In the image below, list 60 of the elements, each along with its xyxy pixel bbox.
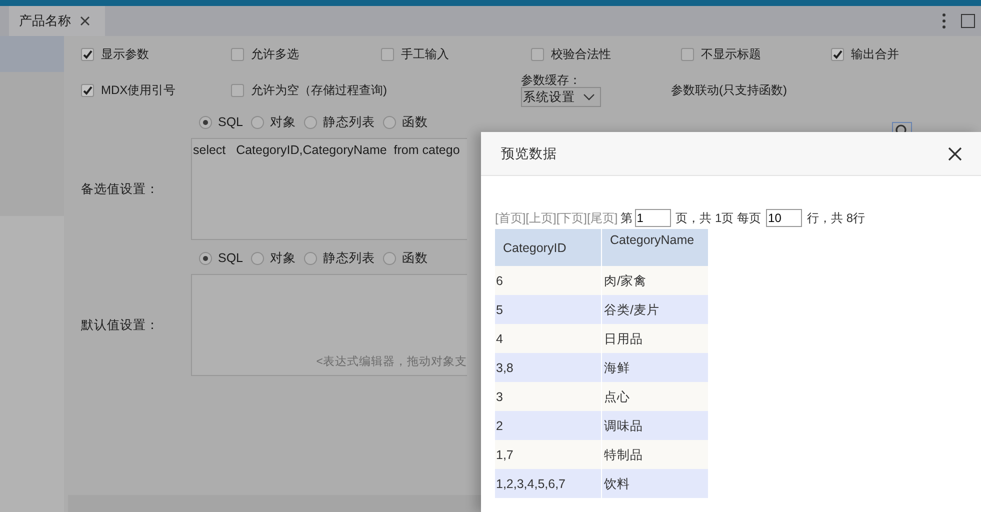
checkbox[interactable]	[81, 84, 94, 96]
table-cell: 特制品	[602, 440, 708, 469]
table-cell: 2	[495, 411, 601, 440]
radio-option[interactable]: 对象	[251, 114, 296, 130]
tab[interactable]: 产品名称	[9, 6, 105, 36]
table-cell: 点心	[602, 382, 708, 411]
pager-text: 页，共 1页 每页	[676, 210, 762, 226]
field-label: 参数缓存：	[521, 73, 582, 87]
checkbox-label: MDX使用引号	[101, 82, 176, 98]
checkbox[interactable]	[231, 48, 244, 60]
table-cell: 3	[495, 382, 601, 411]
page-field[interactable]: 1	[634, 209, 671, 227]
column-header: CategoryID	[495, 229, 601, 266]
table-cell: 3,8	[495, 353, 601, 382]
close-icon[interactable]	[948, 146, 962, 160]
cache-select[interactable]: 系统设置	[521, 87, 601, 107]
radio-option[interactable]: 静态列表	[304, 250, 376, 266]
checkbox[interactable]	[81, 48, 94, 60]
radio-option[interactable]: SQL	[199, 115, 244, 129]
checkbox[interactable]	[381, 48, 394, 60]
table-cell: 海鲜	[602, 353, 708, 382]
radio-option[interactable]: 静态列表	[304, 114, 376, 130]
table-cell: 调味品	[602, 411, 708, 440]
table-cell: 6	[495, 266, 601, 295]
radio-option[interactable]: 对象	[251, 250, 296, 266]
radio-option[interactable]: 函数	[383, 250, 428, 266]
table-cell: 5	[495, 295, 601, 324]
checkbox[interactable]	[681, 48, 694, 60]
checkbox[interactable]	[831, 48, 844, 60]
pager-text: 第	[620, 210, 633, 226]
sql-editor[interactable]: select CategoryID,CategoryName from catego	[191, 138, 467, 240]
checkbox-label: 校验合法性	[551, 46, 611, 62]
radio-option[interactable]: SQL	[199, 251, 244, 265]
checkbox[interactable]	[231, 84, 244, 96]
pager-text: 行，共 8行	[807, 210, 866, 226]
field-label: 默认值设置：	[80, 316, 160, 334]
close-icon[interactable]	[79, 15, 91, 27]
checkbox-label: 手工输入	[401, 46, 449, 62]
table-cell: 1,2,3,4,5,6,7	[495, 469, 601, 498]
option-text: 参数联动(只支持函数)	[671, 82, 787, 98]
checkbox-label: 输出合并	[851, 46, 899, 62]
checkbox[interactable]	[531, 48, 544, 60]
checkbox-label: 显示参数	[101, 46, 149, 62]
checkbox-label: 允许多选	[251, 46, 299, 62]
page-size-field[interactable]: 10	[766, 209, 802, 227]
table-cell: 饮料	[602, 469, 708, 498]
checkbox-label: 允许为空（存储过程查询)	[251, 82, 387, 98]
column-header: CategoryName	[602, 229, 708, 266]
more-icon[interactable]	[942, 13, 946, 29]
table-cell: 肉/家禽	[602, 266, 708, 295]
dialog-title: 预览数据	[501, 144, 557, 162]
table-cell: 谷类/麦片	[602, 295, 708, 324]
radio-option[interactable]: 函数	[383, 114, 428, 130]
maximize-icon[interactable]	[961, 14, 975, 28]
table-cell: 日用品	[602, 324, 708, 353]
checkbox-label: 不显示标题	[701, 46, 761, 62]
field-label: 备选值设置：	[80, 180, 160, 198]
table-cell: 4	[495, 324, 601, 353]
caret-icon	[583, 93, 595, 101]
table-cell: 1,7	[495, 440, 601, 469]
